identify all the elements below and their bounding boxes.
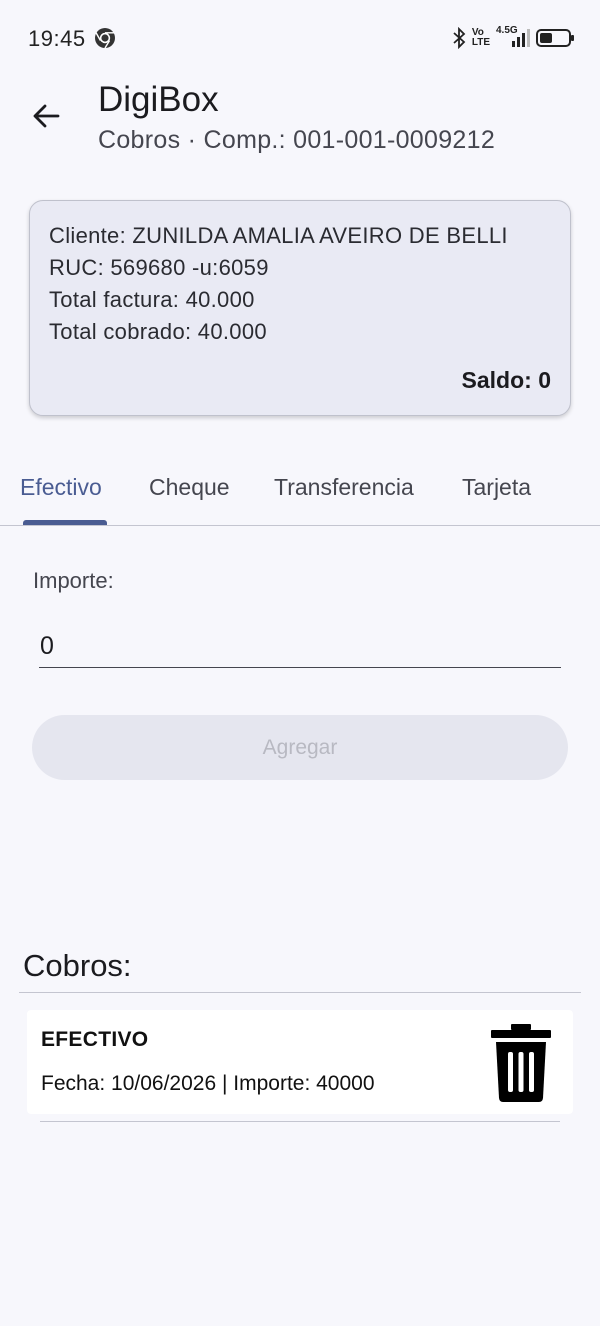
network-type: Vo LTE [472, 28, 490, 48]
back-button[interactable] [26, 96, 66, 136]
client-name: Cliente: ZUNILDA AMALIA AVEIRO DE BELLI [49, 223, 508, 248]
section-divider [19, 992, 581, 993]
tab-tarjeta[interactable]: Tarjeta [462, 474, 531, 501]
importe-input[interactable] [39, 626, 561, 668]
cobros-section-title: Cobros: [23, 948, 132, 983]
tab-transferencia[interactable]: Transferencia [274, 474, 414, 501]
invoice-total: Total factura: 40.000 [49, 287, 255, 312]
trash-icon [491, 1024, 551, 1102]
list-divider [40, 1121, 560, 1122]
invoice-summary-card: Cliente: ZUNILDA AMALIA AVEIRO DE BELLI … [29, 200, 571, 416]
payment-detail: Fecha: 10/06/2026 | Importe: 40000 [41, 1072, 375, 1095]
collected-total: Total cobrado: 40.000 [49, 319, 267, 344]
bluetooth-icon [453, 27, 466, 49]
cobros-screen: 19:45 Vo LTE 4.5G DigiBox Cobros · Comp.… [0, 0, 600, 1326]
payment-method-tabs: Efectivo Cheque Transferencia Tarjeta [0, 458, 600, 526]
chrome-icon [95, 28, 115, 49]
signal-indicator: 4.5G [496, 25, 530, 49]
app-title: DigiBox [98, 80, 219, 119]
balance: Saldo: 0 [461, 367, 551, 393]
tab-cheque[interactable]: Cheque [149, 474, 230, 501]
list-item: EFECTIVO Fecha: 10/06/2026 | Importe: 40… [27, 1010, 573, 1114]
status-time: 19:45 [28, 26, 86, 51]
status-icons: Vo LTE 4.5G [452, 24, 576, 52]
page-subtitle: Cobros · Comp.: 001-001-0009212 [98, 126, 496, 154]
client-ruc: RUC: 569680 -u:6059 [49, 255, 269, 280]
active-tab-indicator [23, 520, 107, 525]
importe-label: Importe: [33, 568, 114, 593]
payment-type: EFECTIVO [41, 1028, 149, 1051]
add-button[interactable]: Agregar [32, 715, 568, 780]
network-bottom: LTE [471, 37, 490, 48]
back-arrow-icon [33, 104, 60, 128]
tab-efectivo[interactable]: Efectivo [20, 474, 102, 501]
signal-icon [512, 29, 530, 47]
battery-icon [536, 29, 574, 47]
delete-button[interactable] [489, 1022, 553, 1104]
